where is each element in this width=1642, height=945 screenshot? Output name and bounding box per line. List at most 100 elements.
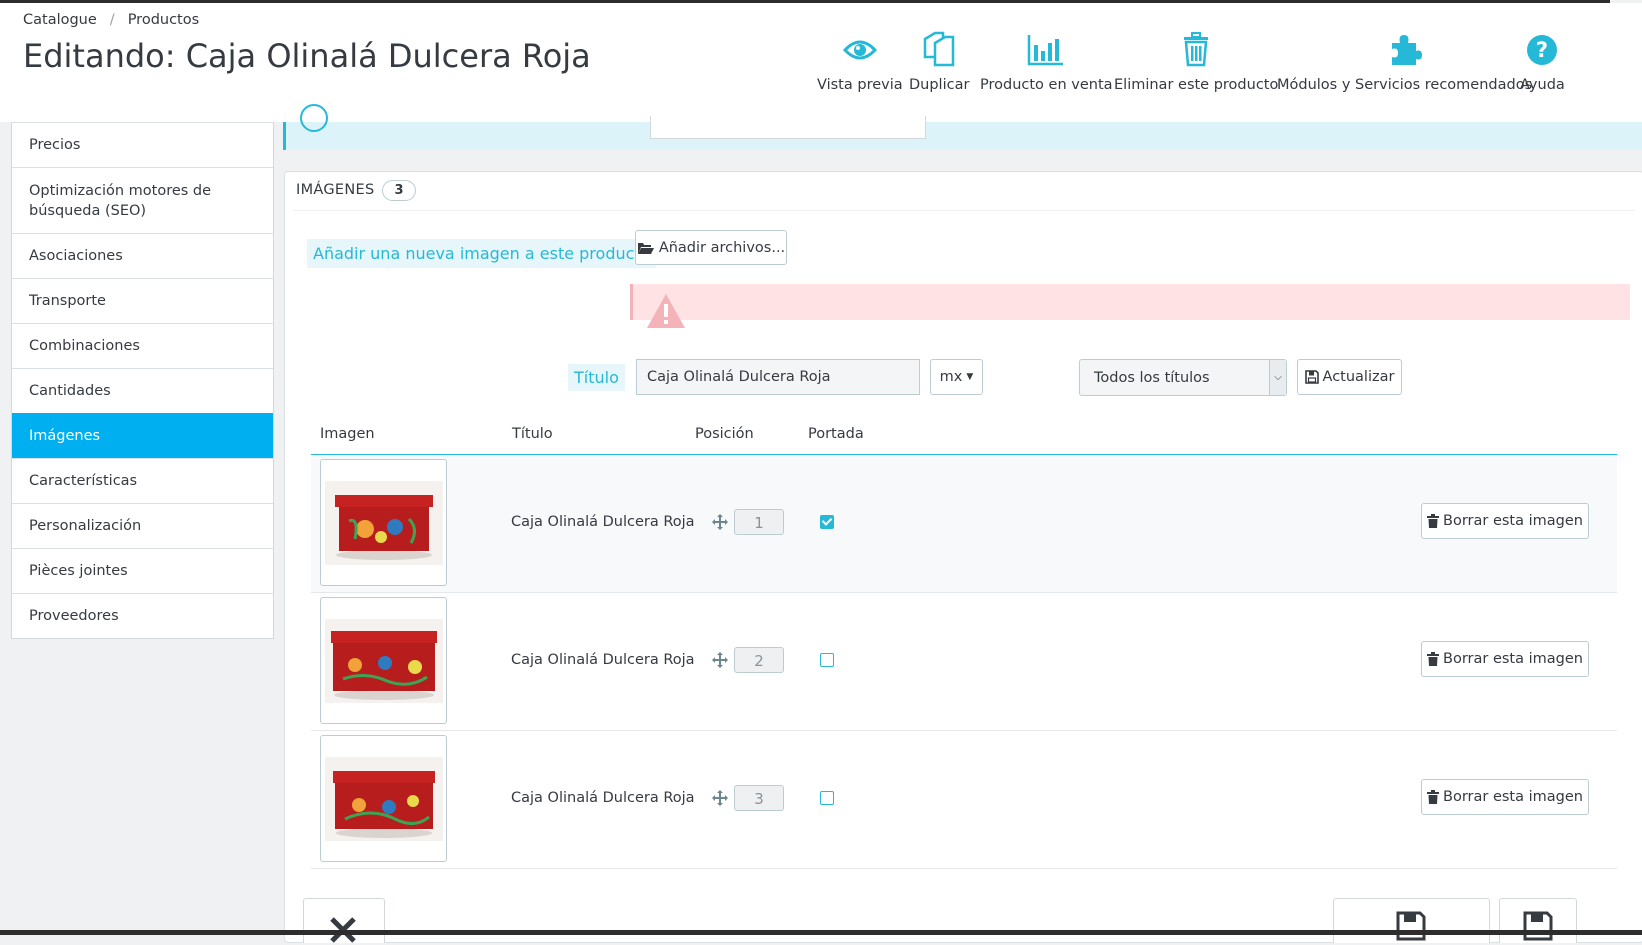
sidebar-item-associations[interactable]: Asociaciones	[12, 233, 273, 278]
sidebar-item-attachments[interactable]: Pièces jointes	[12, 548, 273, 593]
delete-image-button[interactable]: Borrar esta imagen	[1421, 779, 1589, 815]
puzzle-icon	[1277, 31, 1532, 69]
language-dropdown-button[interactable]: mx ▼	[930, 359, 983, 395]
panel-title: IMÁGENES	[296, 182, 375, 198]
trash-icon	[1114, 31, 1278, 69]
breadcrumb: Catalogue / Productos	[23, 12, 199, 28]
caret-down-icon: ▼	[966, 372, 974, 382]
info-field	[650, 116, 926, 139]
cover-checkbox[interactable]	[820, 515, 834, 529]
delete-image-label: Borrar esta imagen	[1443, 651, 1583, 667]
sidebar-item-label: Cantidades	[29, 383, 111, 399]
image-title: Caja Olinalá Dulcera Roja	[511, 790, 695, 806]
product-sales-button[interactable]: Producto en venta	[980, 31, 1113, 93]
move-icon[interactable]	[711, 651, 729, 669]
preview-label: Vista previa	[817, 77, 903, 93]
recommended-modules-button[interactable]: Módulos y Servicios recomendados	[1277, 31, 1532, 93]
column-image: Imagen	[320, 426, 375, 442]
sidebar-item-quantities[interactable]: Cantidades	[12, 368, 273, 413]
panel-heading: IMÁGENES 3	[296, 178, 416, 202]
sidebar-item-label: Optimización motores de búsqueda (SEO)	[29, 182, 212, 219]
bar-chart-icon	[980, 31, 1113, 69]
table-header: Imagen Título Posición Portada	[311, 420, 1617, 455]
add-files-label: Añadir archivos...	[658, 239, 786, 256]
image-count-badge: 3	[382, 179, 416, 201]
product-sales-label: Producto en venta	[980, 77, 1113, 93]
help-icon: ?	[1520, 31, 1565, 69]
product-image	[324, 756, 443, 841]
breadcrumb-separator: /	[109, 12, 115, 28]
info-icon	[300, 104, 328, 132]
delete-image-button[interactable]: Borrar esta imagen	[1421, 641, 1589, 677]
product-image	[324, 480, 443, 565]
breadcrumb-products[interactable]: Productos	[128, 12, 199, 28]
column-cover: Portada	[808, 426, 864, 442]
sidebar-item-combinations[interactable]: Combinaciones	[12, 323, 273, 368]
divider	[293, 210, 1635, 211]
sidebar-item-seo[interactable]: Optimización motores de búsqueda (SEO)	[12, 167, 273, 233]
preview-button[interactable]: Vista previa	[817, 31, 903, 93]
images-panel: IMÁGENES 3 Añadir una nueva imagen a est…	[284, 171, 1642, 943]
title-label: Título	[568, 364, 625, 391]
sidebar-item-label: Características	[29, 473, 138, 489]
save-icon	[1304, 370, 1319, 384]
column-title: Título	[512, 426, 553, 442]
breadcrumb-catalogue[interactable]: Catalogue	[23, 12, 97, 28]
table-row: Caja Olinalá Dulcera Roja 3 Borrar esta …	[311, 731, 1617, 869]
move-icon[interactable]	[711, 789, 729, 807]
sidebar-item-label: Asociaciones	[29, 248, 123, 264]
sidebar-item-customization[interactable]: Personalización	[12, 503, 273, 548]
save-button[interactable]	[1499, 898, 1577, 943]
add-image-label: Añadir una nueva imagen a este producto	[307, 239, 657, 268]
chevron-down-icon: ⌵	[1269, 360, 1286, 395]
delete-product-button[interactable]: Eliminar este producto	[1114, 31, 1278, 93]
image-title: Caja Olinalá Dulcera Roja	[511, 514, 695, 530]
sidebar-item-label: Combinaciones	[29, 338, 140, 354]
window-bottom-border	[0, 930, 1642, 935]
delete-image-label: Borrar esta imagen	[1443, 513, 1583, 529]
help-button[interactable]: ? Ayuda	[1520, 31, 1565, 93]
sidebar-item-label: Imágenes	[29, 428, 101, 444]
product-image	[324, 618, 443, 703]
product-thumbnail[interactable]	[320, 459, 447, 586]
sidebar-item-suppliers[interactable]: Proveedores	[12, 593, 273, 638]
product-thumbnail[interactable]	[320, 597, 447, 724]
delete-image-label: Borrar esta imagen	[1443, 789, 1583, 805]
language-label: mx	[939, 369, 963, 385]
product-thumbnail[interactable]	[320, 735, 447, 862]
update-button[interactable]: Actualizar	[1297, 359, 1402, 395]
save-and-stay-button[interactable]	[1333, 898, 1490, 943]
cancel-button[interactable]	[303, 898, 385, 943]
copy-icon	[909, 31, 969, 69]
column-position: Posición	[695, 426, 754, 442]
table-row: Caja Olinalá Dulcera Roja 2 Borrar esta …	[311, 593, 1617, 731]
position-input[interactable]: 2	[734, 647, 784, 673]
trash-icon	[1427, 652, 1440, 666]
sidebar-item-label: Transporte	[29, 293, 106, 309]
duplicate-button[interactable]: Duplicar	[909, 31, 969, 93]
duplicate-label: Duplicar	[909, 77, 970, 93]
sidebar-item-label: Precios	[29, 137, 81, 153]
delete-image-button[interactable]: Borrar esta imagen	[1421, 503, 1589, 539]
sidebar-item-label: Personalización	[29, 518, 142, 534]
table-row: Caja Olinalá Dulcera Roja 1 Borrar esta …	[311, 455, 1617, 593]
trash-icon	[1427, 514, 1440, 528]
svg-text:?: ?	[1536, 38, 1548, 62]
folder-open-icon	[637, 242, 654, 254]
title-input[interactable]: Caja Olinalá Dulcera Roja	[636, 359, 920, 395]
position-input[interactable]: 1	[734, 509, 784, 535]
sidebar-item-prices[interactable]: Precios	[12, 122, 273, 167]
titles-select[interactable]: Todos los títulos ⌵	[1079, 359, 1287, 396]
titles-select-value: Todos los títulos	[1094, 369, 1210, 386]
cover-checkbox[interactable]	[820, 653, 834, 667]
position-input[interactable]: 3	[734, 785, 784, 811]
add-files-button[interactable]: Añadir archivos...	[635, 230, 787, 265]
sidebar-item-images[interactable]: Imágenes	[12, 413, 273, 458]
help-label: Ayuda	[1520, 77, 1565, 93]
sidebar-item-features[interactable]: Características	[12, 458, 273, 503]
sidebar-item-shipping[interactable]: Transporte	[12, 278, 273, 323]
trash-icon	[1427, 790, 1440, 804]
images-table: Imagen Título Posición Portada Caja Olin…	[311, 420, 1617, 869]
move-icon[interactable]	[711, 513, 729, 531]
cover-checkbox[interactable]	[820, 791, 834, 805]
